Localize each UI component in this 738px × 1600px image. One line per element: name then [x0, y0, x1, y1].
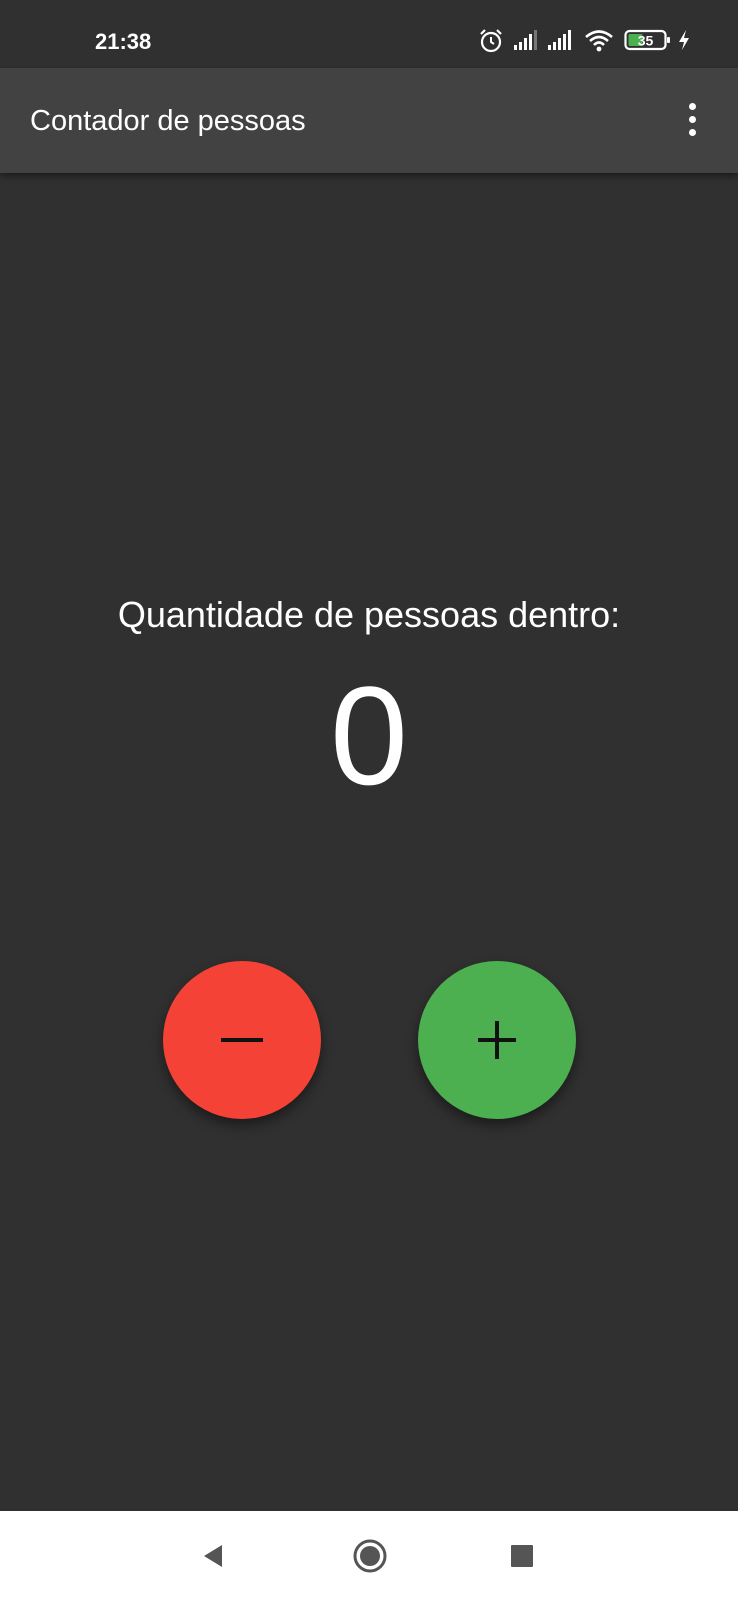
back-icon[interactable]	[194, 1536, 234, 1576]
more-vert-icon[interactable]	[672, 100, 712, 140]
wifi-icon	[585, 30, 613, 52]
app-bar: Contador de pessoas	[0, 68, 738, 173]
people-inside-label: Quantidade de pessoas dentro:	[117, 594, 621, 635]
battery-icon: 35	[624, 29, 670, 51]
charging-icon	[679, 30, 689, 50]
recents-icon[interactable]	[502, 1536, 542, 1576]
status-time: 21:38	[95, 29, 152, 54]
decrement-button[interactable]	[163, 961, 321, 1119]
increment-button[interactable]	[418, 961, 576, 1119]
alarm-icon	[480, 29, 502, 53]
status-bar: 21:38 35	[0, 0, 738, 68]
minus-icon	[221, 1038, 263, 1042]
status-icons: 35	[478, 28, 698, 58]
plus-icon	[478, 1021, 516, 1059]
battery-level: 35	[638, 33, 654, 49]
home-icon[interactable]	[350, 1536, 390, 1576]
navigation-bar	[0, 1511, 738, 1600]
signal-icon	[514, 30, 537, 50]
main-content: Quantidade de pessoas dentro: 0	[0, 173, 738, 1511]
app-title: Contador de pessoas	[30, 105, 306, 137]
people-count: 0	[330, 657, 408, 814]
signal-icon	[548, 30, 571, 50]
